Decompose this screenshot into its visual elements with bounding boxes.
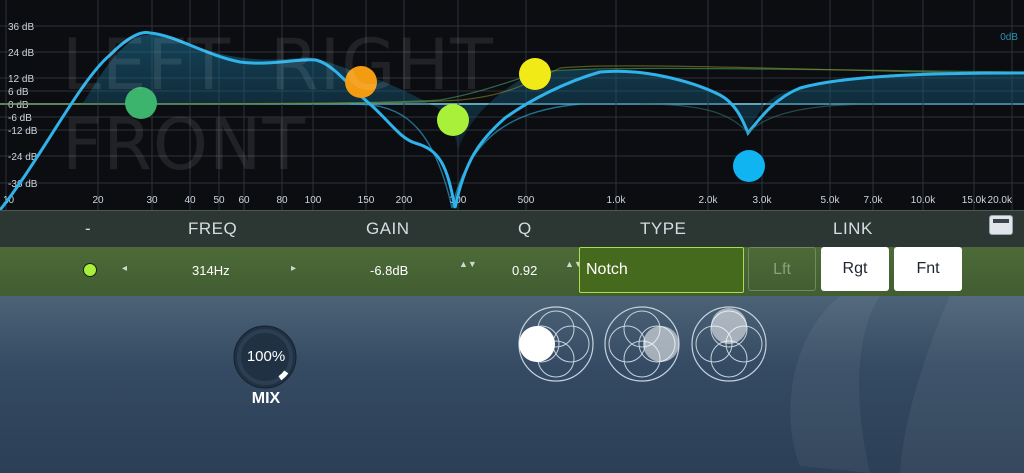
db-label: 24 dB [8, 48, 34, 59]
eq-node-1[interactable] [125, 87, 157, 119]
link-column-header: LINK [833, 219, 873, 238]
freq-label: 15.0k [962, 195, 987, 206]
freq-label: 7.0k [864, 195, 884, 206]
freq-label: 20 [92, 195, 104, 206]
type-column-header: TYPE [640, 219, 687, 238]
freq-label: 20.0k [988, 195, 1013, 206]
freq-label: 60 [238, 195, 250, 206]
freq-label: 150 [358, 195, 375, 206]
filter-type-select[interactable]: Notch [579, 247, 744, 293]
band-value-row: ◂ 314Hz ▸ -6.8dB ▲▼ 0.92 ▲▼ Notch Lft Rg… [0, 247, 1024, 297]
gain-column-header: GAIN [366, 219, 410, 238]
freq-increase-icon[interactable]: ▸ [291, 263, 296, 274]
db-label: 12 dB [8, 74, 34, 85]
eq-graph[interactable]: 36 dB 24 dB 12 dB 6 dB 0 dB -6 dB -12 dB -24 dB… [0, 0, 1024, 210]
speaker-position-icon-2[interactable] [604, 306, 680, 382]
freq-decrease-icon[interactable]: ◂ [122, 263, 127, 274]
speaker-position-icon-3[interactable] [691, 306, 767, 382]
eq-node-2[interactable] [345, 66, 377, 98]
q-value[interactable]: 0.92 [512, 263, 537, 278]
freq-label: 80 [276, 195, 288, 206]
freq-label: 5.0k [821, 195, 841, 206]
freq-label: 3.0k [753, 195, 773, 206]
gain-value[interactable]: -6.8dB [370, 263, 408, 278]
freq-label: 100 [305, 195, 322, 206]
bottom-graphics [233, 296, 1024, 473]
band-color-indicator[interactable] [83, 263, 97, 277]
db-label: 6 dB [8, 87, 29, 98]
zero-db-marker: 0dB [1000, 32, 1018, 43]
q-column-header: Q [518, 219, 532, 238]
freq-label: 40 [184, 195, 196, 206]
freq-label: 1.0k [607, 195, 627, 206]
bottom-panel: 100% MIX [0, 296, 1024, 473]
freq-label: 10.0k [911, 195, 936, 206]
link-left-button[interactable]: Lft [748, 247, 816, 291]
db-label: -6 dB [8, 113, 32, 124]
band-controls: - FREQ GAIN Q TYPE LINK ◂ 314Hz ▸ -6.8dB… [0, 210, 1024, 297]
eq-node-4[interactable] [519, 58, 551, 90]
column-header-row: - FREQ GAIN Q TYPE LINK [0, 211, 1024, 247]
freq-value[interactable]: 314Hz [192, 263, 230, 278]
freq-label: 50 [213, 195, 225, 206]
freq-label: 2.0k [699, 195, 719, 206]
collapse-panel-icon[interactable] [989, 215, 1013, 235]
freq-label: 200 [396, 195, 413, 206]
band-column-header: - [85, 219, 92, 238]
link-front-button[interactable]: Fnt [894, 247, 962, 291]
db-label: -12 dB [8, 126, 38, 137]
speaker-position-icon-1[interactable] [518, 306, 594, 382]
q-stepper-icon[interactable]: ▲▼ [565, 260, 583, 269]
freq-column-header: FREQ [188, 219, 238, 238]
mix-value: 100% [246, 348, 286, 365]
freq-label: 500 [518, 195, 535, 206]
db-label: 36 dB [8, 22, 34, 33]
eq-node-5[interactable] [733, 150, 765, 182]
eq-node-3[interactable] [437, 104, 469, 136]
eq-graph-canvas[interactable]: 36 dB24 dB12 dB6 dB0 dB-6 dB-12 dB-24 dB… [0, 0, 1024, 210]
gain-stepper-icon[interactable]: ▲▼ [459, 260, 477, 269]
mix-label: MIX [251, 390, 281, 407]
background-logo-shape [790, 296, 1024, 473]
link-right-button[interactable]: Rgt [821, 247, 889, 291]
freq-label: 30 [146, 195, 158, 206]
db-label: 0 dB [8, 100, 29, 111]
